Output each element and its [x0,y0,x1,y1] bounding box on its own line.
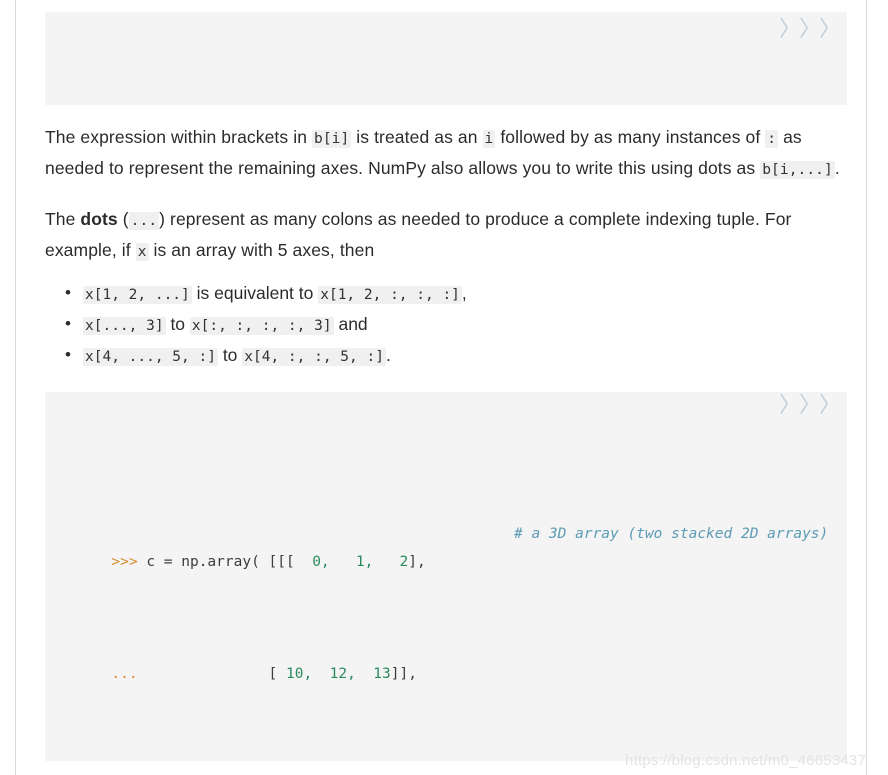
text-run: followed by as many instances of [495,127,766,147]
code-block-bottom[interactable]: 〉〉〉 >>> c = np.array( [[[ 0, 1, 2], # a 3… [45,392,847,761]
text-run: is an array with 5 axes, then [148,240,375,260]
text-run: . [385,345,391,365]
chevron-decoration-icon: 〉〉〉 [778,17,841,42]
paragraph-expression-brackets: The expression within brackets in b[i] i… [45,123,847,185]
code-text: ]], [390,666,417,682]
text-run: to [165,314,190,334]
continuation-marker: ... [111,666,138,682]
list-item: x[4, ..., 5, :] to x[4, :, :, 5, :]. [65,340,847,372]
code-text: c = np.array( [[[ [137,554,313,570]
list-item: x[1, 2, ...] is equivalent to x[1, 2, :,… [65,278,847,310]
code-line: >>> c = np.array( [[[ 0, 1, 2], # a 3D ar… [59,520,833,570]
code-line: ... [ 10, 12, 13]], [59,632,833,682]
code-comment: # a 3D array (two stacked 2D arrays) [514,526,829,542]
inline-code: b[i] [312,130,352,148]
code-block-top[interactable]: 〉〉〉 >>> b[-1]# the last row. Equivalent … [45,12,847,105]
text-run: is treated as an [351,127,483,147]
inline-code: x [135,243,149,261]
inline-code: x[4, ..., 5, :] [83,348,218,366]
text-run: , [461,283,467,303]
inline-code: i [482,130,496,148]
document-content: 〉〉〉 >>> b[-1]# the last row. Equivalent … [45,0,847,761]
page-border-right [866,0,867,775]
bold-term-dots: dots [80,209,118,229]
inline-code: x[..., 3] [83,317,166,335]
list-item: x[..., 3] to x[:, :, :, :, 3] and [65,309,847,341]
text-run: and [333,314,368,334]
code-line: ... [[100, 101, 102], [59,744,833,761]
inline-code: x[4, :, :, 5, :] [242,348,386,366]
inline-code: x[:, :, :, :, 3] [189,317,334,335]
text-run: ( [117,209,129,229]
inline-code: ... [128,212,160,230]
page-border-left [15,0,16,775]
text-run: The expression within brackets in [45,127,312,147]
code-text: [ [137,666,286,682]
text-run: . [834,158,840,178]
text-run: is equivalent to [191,283,319,303]
inline-code: b[i,...] [760,161,835,179]
inline-code: : [765,130,779,148]
equivalence-bullet-list: x[1, 2, ...] is equivalent to x[1, 2, :,… [45,278,847,372]
text-run: to [217,345,243,365]
code-text: ], [408,554,426,570]
prompt-marker: >>> [111,554,138,570]
text-run: The [45,209,81,229]
code-number: 10, 12, 13 [286,666,391,682]
paragraph-dots-explanation: The dots (...) represent as many colons … [45,205,847,267]
inline-code: x[1, 2, :, :, :] [318,286,462,304]
chevron-decoration-icon: 〉〉〉 [778,393,841,418]
inline-code: x[1, 2, ...] [83,286,192,304]
code-number: 0, 1, 2 [312,554,409,570]
